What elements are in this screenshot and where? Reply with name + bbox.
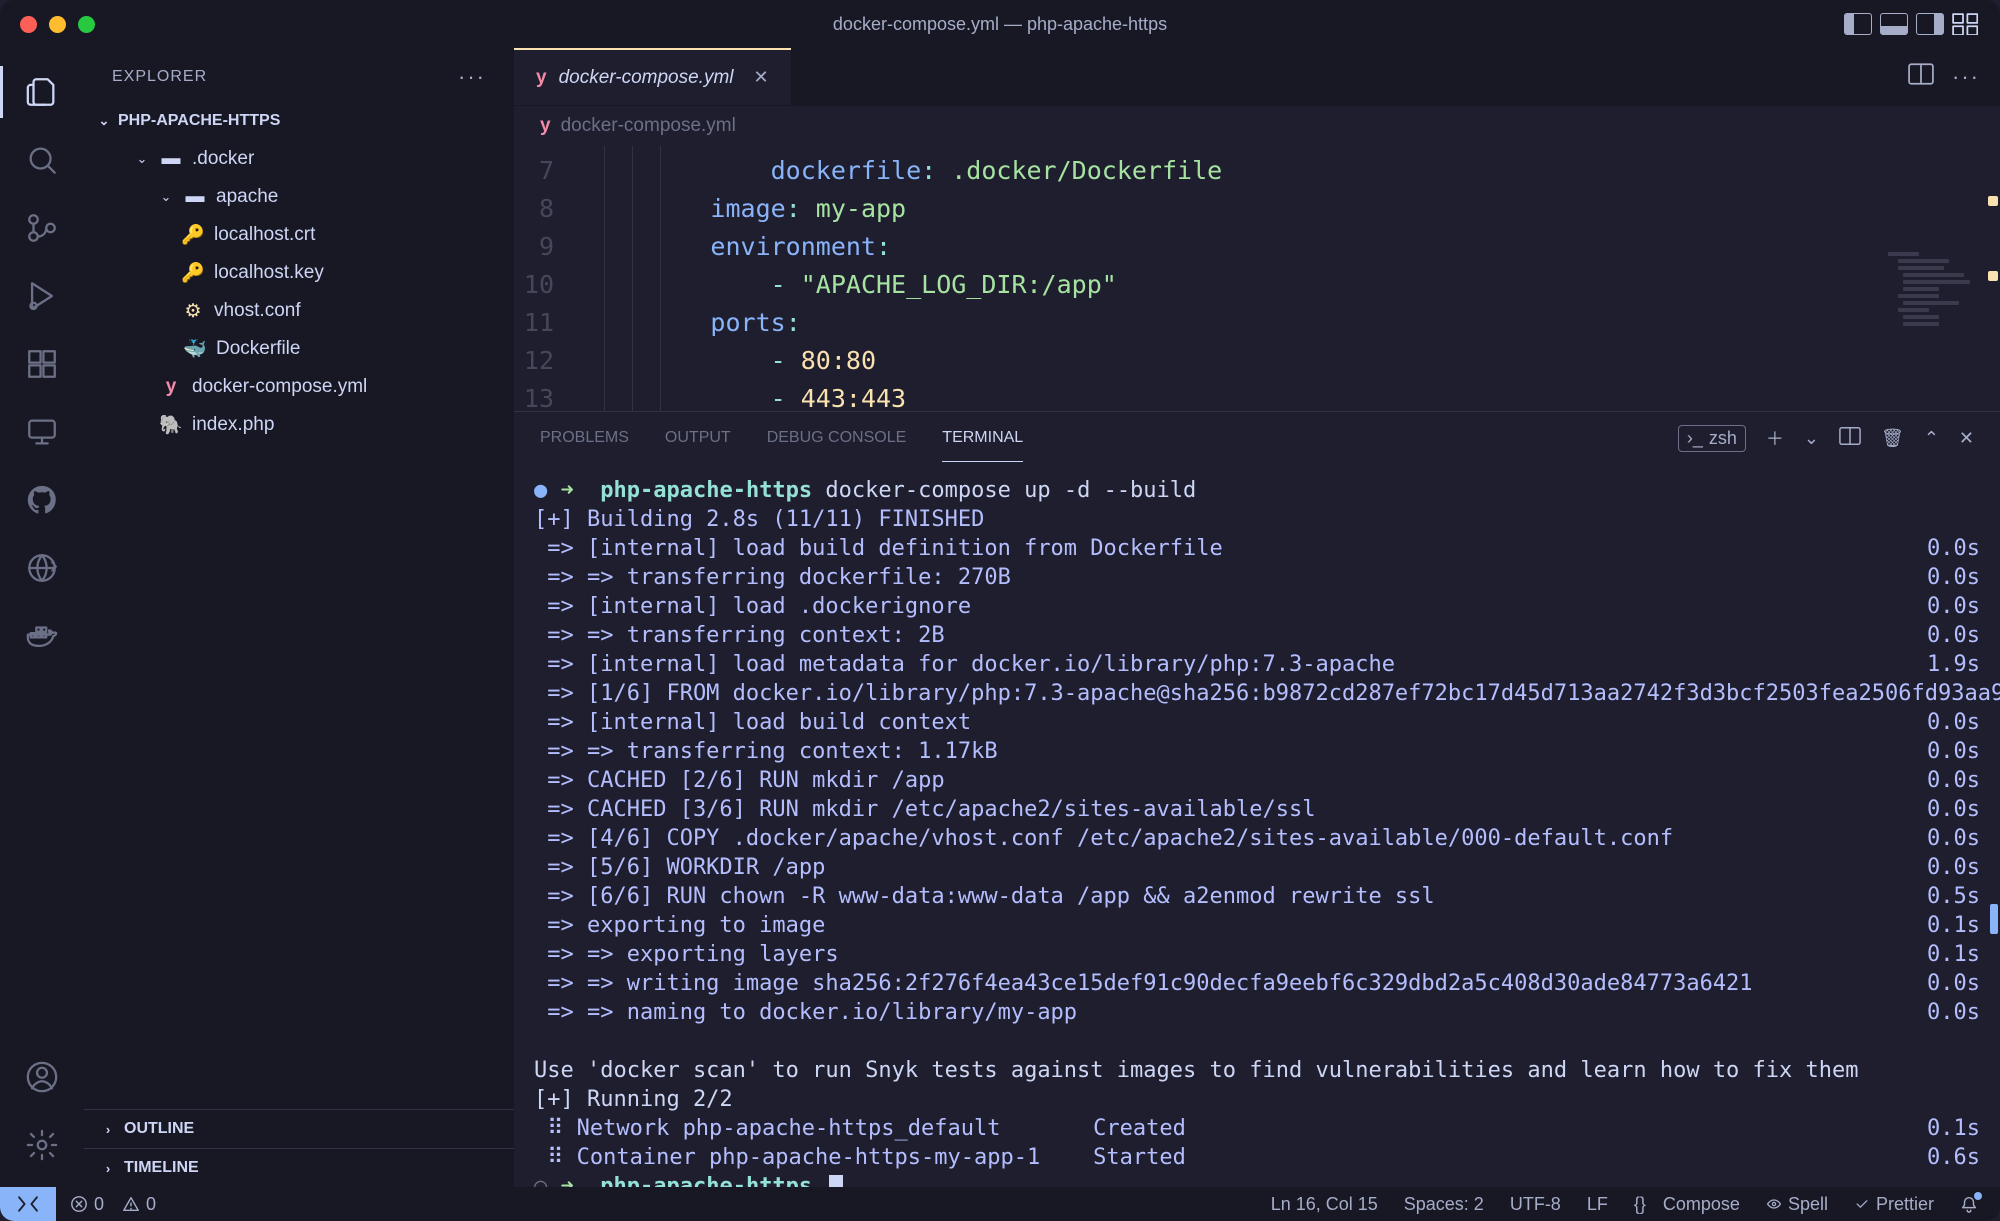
panel-tab-terminal[interactable]: TERMINAL — [942, 415, 1023, 462]
window-close-button[interactable] — [20, 16, 37, 33]
remote-explorer-icon — [25, 415, 59, 449]
outline-section[interactable]: › OUTLINE — [84, 1109, 514, 1148]
warning-icon — [122, 1195, 140, 1213]
check-icon — [1854, 1196, 1870, 1212]
breadcrumbs[interactable]: y docker-compose.yml — [514, 106, 2000, 146]
error-icon — [70, 1195, 88, 1213]
status-encoding[interactable]: UTF-8 — [1510, 1194, 1561, 1215]
chevron-right-icon: › — [100, 1122, 116, 1137]
status-notifications[interactable] — [1960, 1195, 1978, 1213]
folder-icon: ▬ — [160, 148, 182, 170]
docker-icon — [25, 619, 59, 653]
tree-file-vhost-conf[interactable]: ⚙ vhost.conf — [84, 292, 514, 330]
window-minimize-button[interactable] — [49, 16, 66, 33]
explorer-more-actions[interactable]: ··· — [458, 64, 486, 90]
key-icon: 🔑 — [182, 223, 204, 247]
yaml-icon: y — [160, 376, 182, 398]
github-icon — [25, 483, 59, 517]
debug-icon — [25, 279, 59, 313]
search-icon — [25, 143, 59, 177]
customize-layout-icon[interactable] — [1952, 13, 1980, 35]
code-editor[interactable]: 7 dockerfile: .docker/Dockerfile 8 image… — [514, 146, 2000, 411]
activity-run-debug[interactable] — [0, 262, 84, 330]
activity-github[interactable] — [0, 466, 84, 534]
tree-file-dockerfile[interactable]: ⌄ 🐳 Dockerfile — [84, 330, 514, 368]
chevron-down-icon: ⌄ — [134, 151, 150, 167]
activity-accounts[interactable] — [0, 1043, 84, 1111]
source-control-icon — [25, 211, 59, 245]
toggle-primary-sidebar-icon[interactable] — [1844, 13, 1872, 35]
tab-docker-compose[interactable]: y docker-compose.yml ✕ — [514, 48, 791, 105]
chevron-right-icon: › — [100, 1161, 116, 1176]
terminal-body[interactable]: ● ➜ php-apache-https docker-compose up -… — [514, 464, 2000, 1187]
panel-tab-debug-console[interactable]: DEBUG CONSOLE — [767, 415, 907, 461]
key-icon: 🔑 — [182, 261, 204, 285]
folder-icon: ▬ — [184, 186, 206, 208]
activity-docker[interactable] — [0, 602, 84, 670]
eye-icon — [1766, 1196, 1782, 1212]
status-language-mode[interactable]: {} Compose — [1634, 1194, 1740, 1215]
status-eol[interactable]: LF — [1587, 1194, 1608, 1215]
sidebar-title: EXPLORER — [112, 68, 207, 86]
activity-explorer[interactable] — [0, 58, 84, 126]
yaml-icon: y — [536, 67, 547, 89]
split-editor-button[interactable] — [1908, 63, 1934, 90]
tree-file-docker-compose[interactable]: ⌄ y docker-compose.yml — [84, 368, 514, 406]
gear-icon — [25, 1128, 59, 1162]
panel-tab-output[interactable]: OUTPUT — [665, 415, 731, 461]
files-icon — [25, 75, 59, 109]
status-spell[interactable]: Spell — [1766, 1194, 1828, 1215]
close-panel-button[interactable]: ✕ — [1959, 428, 1974, 449]
live-share-icon — [25, 551, 59, 585]
tree-folder-docker[interactable]: ⌄ ▬ .docker — [84, 140, 514, 178]
status-prettier[interactable]: Prettier — [1854, 1194, 1934, 1215]
new-terminal-button[interactable]: ＋ — [1766, 425, 1784, 451]
account-icon — [25, 1060, 59, 1094]
titlebar: docker-compose.yml — php-apache-https — [0, 0, 2000, 48]
activity-bar — [0, 48, 84, 1187]
activity-settings[interactable] — [0, 1111, 84, 1179]
activity-search[interactable] — [0, 126, 84, 194]
tree-folder-apache[interactable]: ⌄ ▬ apache — [84, 178, 514, 216]
split-terminal-button[interactable] — [1839, 426, 1861, 451]
activity-live-share[interactable] — [0, 534, 84, 602]
toggle-secondary-sidebar-icon[interactable] — [1916, 13, 1944, 35]
tree-file-localhost-crt[interactable]: 🔑 localhost.crt — [84, 216, 514, 254]
sidebar: EXPLORER ··· ⌄ PHP-APACHE-HTTPS ⌄ ▬ .doc… — [84, 48, 514, 1187]
panel-tab-problems[interactable]: PROBLEMS — [540, 415, 629, 461]
terminal-dropdown-button[interactable]: ⌄ — [1804, 428, 1819, 449]
activity-extensions[interactable] — [0, 330, 84, 398]
status-cursor-position[interactable]: Ln 16, Col 15 — [1271, 1194, 1378, 1215]
panel: PROBLEMS OUTPUT DEBUG CONSOLE TERMINAL ›… — [514, 411, 2000, 1187]
kill-terminal-button[interactable]: 🗑 — [1881, 428, 1904, 449]
remote-indicator[interactable] — [0, 1187, 56, 1221]
activity-remote[interactable] — [0, 398, 84, 466]
status-errors[interactable]: 0 — [70, 1194, 104, 1215]
editor-more-actions[interactable]: ··· — [1952, 64, 1980, 90]
tree-file-localhost-key[interactable]: 🔑 localhost.key — [84, 254, 514, 292]
activity-source-control[interactable] — [0, 194, 84, 262]
docker-file-icon: 🐳 — [184, 337, 206, 361]
tree-file-index-php[interactable]: ⌄ 🐘 index.php — [84, 406, 514, 444]
close-tab-button[interactable]: ✕ — [754, 67, 769, 88]
status-warnings[interactable]: 0 — [122, 1194, 156, 1215]
terminal-shell-selector[interactable]: ›_zsh — [1678, 425, 1746, 452]
config-icon: ⚙ — [182, 300, 204, 323]
project-root[interactable]: ⌄ PHP-APACHE-HTTPS — [84, 106, 514, 136]
chevron-down-icon: ⌄ — [158, 189, 174, 205]
status-bar: 0 0 Ln 16, Col 15 Spaces: 2 UTF-8 LF {} … — [0, 1187, 2000, 1221]
minimap[interactable] — [1888, 252, 1990, 392]
extensions-icon — [25, 347, 59, 381]
yaml-icon: y — [540, 115, 551, 137]
timeline-section[interactable]: › TIMELINE — [84, 1148, 514, 1187]
status-indentation[interactable]: Spaces: 2 — [1404, 1194, 1484, 1215]
window-maximize-button[interactable] — [78, 16, 95, 33]
toggle-panel-icon[interactable] — [1880, 13, 1908, 35]
editor-tabs: y docker-compose.yml ✕ ··· — [514, 48, 2000, 106]
chevron-down-icon: ⌄ — [96, 113, 112, 129]
php-icon: 🐘 — [160, 413, 182, 437]
maximize-panel-button[interactable]: ⌃ — [1924, 428, 1939, 449]
window-title: docker-compose.yml — php-apache-https — [833, 14, 1167, 35]
terminal-scrollbar[interactable] — [1982, 464, 2000, 1187]
